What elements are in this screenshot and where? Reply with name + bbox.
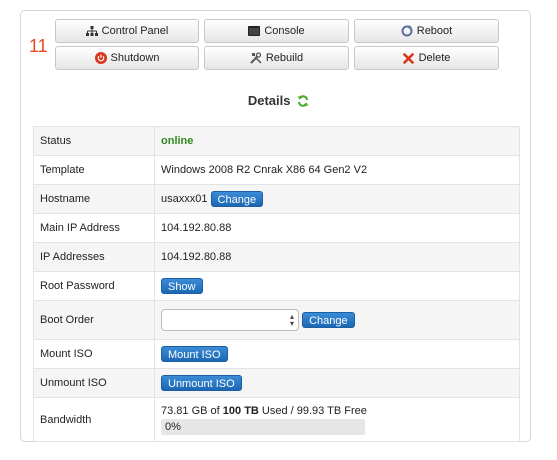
details-title: Details [247,93,291,109]
ip-addresses-value: 104.192.80.88 [154,242,520,272]
root-password-cell: Show [154,271,520,301]
row-ip-addresses: IP Addresses 104.192.80.88 [33,242,520,272]
row-mount-iso: Mount ISO Mount ISO [33,339,520,369]
shutdown-button[interactable]: Shutdown [55,46,199,70]
row-main-ip: Main IP Address 104.192.80.88 [33,213,520,243]
unmount-iso-button[interactable]: Unmount ISO [161,375,242,391]
delete-label: Delete [418,52,451,64]
terminal-icon [248,25,261,37]
power-icon [94,52,107,64]
row-status: Status online [33,126,520,156]
callout-11: 11 [29,36,48,56]
bandwidth-label: Bandwidth [33,397,155,442]
main-ip-value: 104.192.80.88 [154,213,520,243]
bandwidth-free: Used / 99.93 TB Free [261,404,367,417]
boot-order-label: Boot Order [33,300,155,340]
reboot-icon [401,25,413,37]
console-button[interactable]: Console [204,19,349,43]
template-value: Windows 2008 R2 Cnrak X86 64 Gen2 V2 [154,155,520,185]
bandwidth-used: 73.81 GB of [161,404,220,417]
status-label: Status [33,126,155,156]
row-hostname: Hostname usaxxx01 Change [33,184,520,214]
reboot-button[interactable]: Reboot [354,19,499,43]
bandwidth-progress-bar: 0% [161,418,365,435]
boot-order-select[interactable]: ▴ ▾ [161,309,299,331]
status-value: online [161,135,194,147]
bandwidth-percent: 0% [165,420,181,433]
hostname-value: usaxxx01 [161,192,208,205]
mount-iso-cell: Mount ISO [154,339,520,369]
row-bandwidth: Bandwidth 73.81 GB of 100 TB Used / 99.9… [33,397,520,442]
main-ip-label: Main IP Address [33,213,155,243]
refresh-icon[interactable] [297,94,309,107]
details-table: Status online Template Windows 2008 R2 C… [33,126,520,442]
mount-iso-label: Mount ISO [33,339,155,369]
bandwidth-total: 100 TB [222,404,259,417]
hostname-change-button[interactable]: Change [210,191,264,207]
console-label: Console [264,25,305,37]
tools-icon [250,52,262,64]
root-password-label: Root Password [33,271,155,301]
unmount-iso-cell: Unmount ISO [154,368,520,398]
sitemap-icon [85,25,98,37]
rebuild-button[interactable]: Rebuild [204,46,349,70]
unmount-iso-label: Unmount ISO [33,368,155,398]
boot-order-cell: ▴ ▾ Change [154,300,520,340]
hostname-label: Hostname [33,184,155,214]
mount-iso-button[interactable]: Mount ISO [161,346,228,362]
row-template: Template Windows 2008 R2 Cnrak X86 64 Ge… [33,155,520,185]
delete-x-icon [403,52,415,64]
control-panel-label: Control Panel [101,25,169,37]
delete-button[interactable]: Delete [354,46,499,70]
row-root-password: Root Password Show [33,271,520,301]
show-password-button[interactable]: Show [161,278,203,294]
template-label: Template [33,155,155,185]
status-value-cell: online [154,126,520,156]
rebuild-label: Rebuild [265,52,304,64]
shutdown-label: Shutdown [110,52,160,64]
row-unmount-iso: Unmount ISO Unmount ISO [33,368,520,398]
ip-addresses-label: IP Addresses [33,242,155,272]
hostname-cell: usaxxx01 Change [154,184,520,214]
row-boot-order: Boot Order ▴ ▾ Change [33,300,520,340]
details-heading: Details [0,92,557,108]
boot-order-change-button[interactable]: Change [302,312,355,328]
select-arrows-icon: ▴ ▾ [289,312,294,328]
bandwidth-usage-text: 73.81 GB of 100 TB Used / 99.93 TB Free [161,405,513,417]
reboot-label: Reboot [416,25,453,37]
control-panel-button[interactable]: Control Panel [55,19,199,43]
bandwidth-cell: 73.81 GB of 100 TB Used / 99.93 TB Free … [154,397,520,442]
